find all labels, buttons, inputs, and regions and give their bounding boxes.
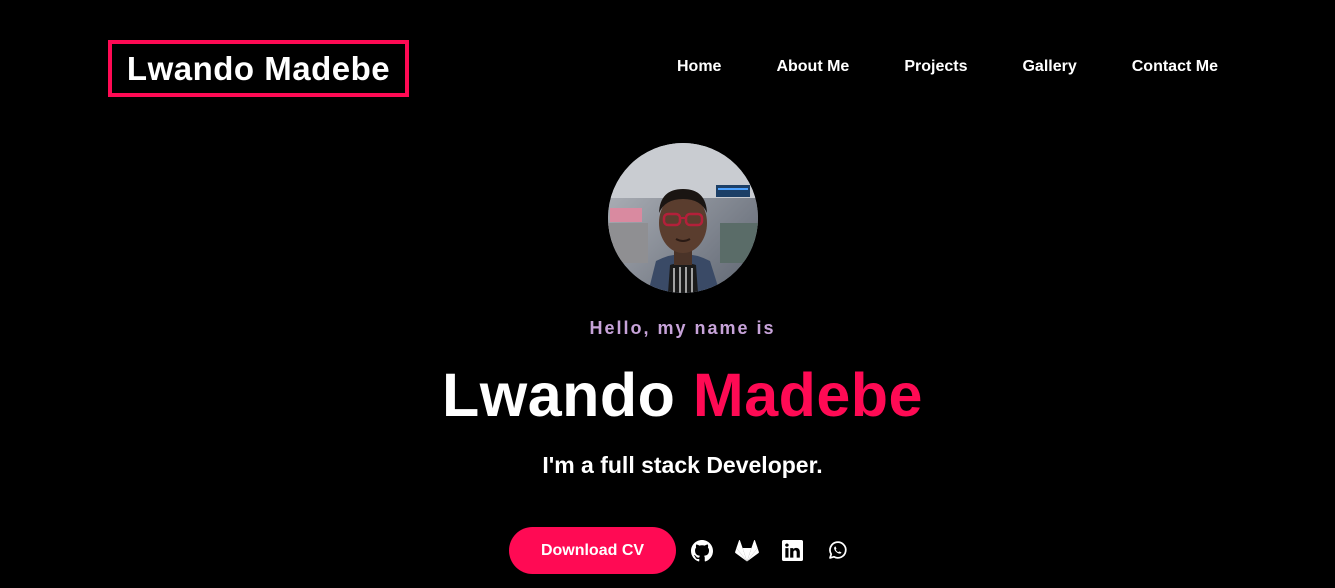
hero-actions: Download CV bbox=[509, 527, 849, 574]
profile-photo bbox=[608, 143, 758, 293]
role-text: I'm a full stack Developer. bbox=[542, 452, 823, 478]
hero-section: Hello, my name is Lwando Madebe I'm a fu… bbox=[0, 0, 1335, 588]
linkedin-icon[interactable] bbox=[780, 539, 804, 563]
hero-last-name: Madebe bbox=[692, 361, 923, 429]
whatsapp-icon[interactable] bbox=[825, 539, 849, 563]
download-cv-button[interactable]: Download CV bbox=[509, 527, 676, 574]
github-icon[interactable] bbox=[690, 539, 714, 563]
greeting-text: Hello, my name is bbox=[589, 318, 776, 338]
hero-name: Lwando Madebe bbox=[0, 362, 1335, 428]
gitlab-icon[interactable] bbox=[735, 539, 759, 563]
hero-first-name: Lwando bbox=[442, 361, 676, 429]
social-links bbox=[690, 539, 849, 563]
